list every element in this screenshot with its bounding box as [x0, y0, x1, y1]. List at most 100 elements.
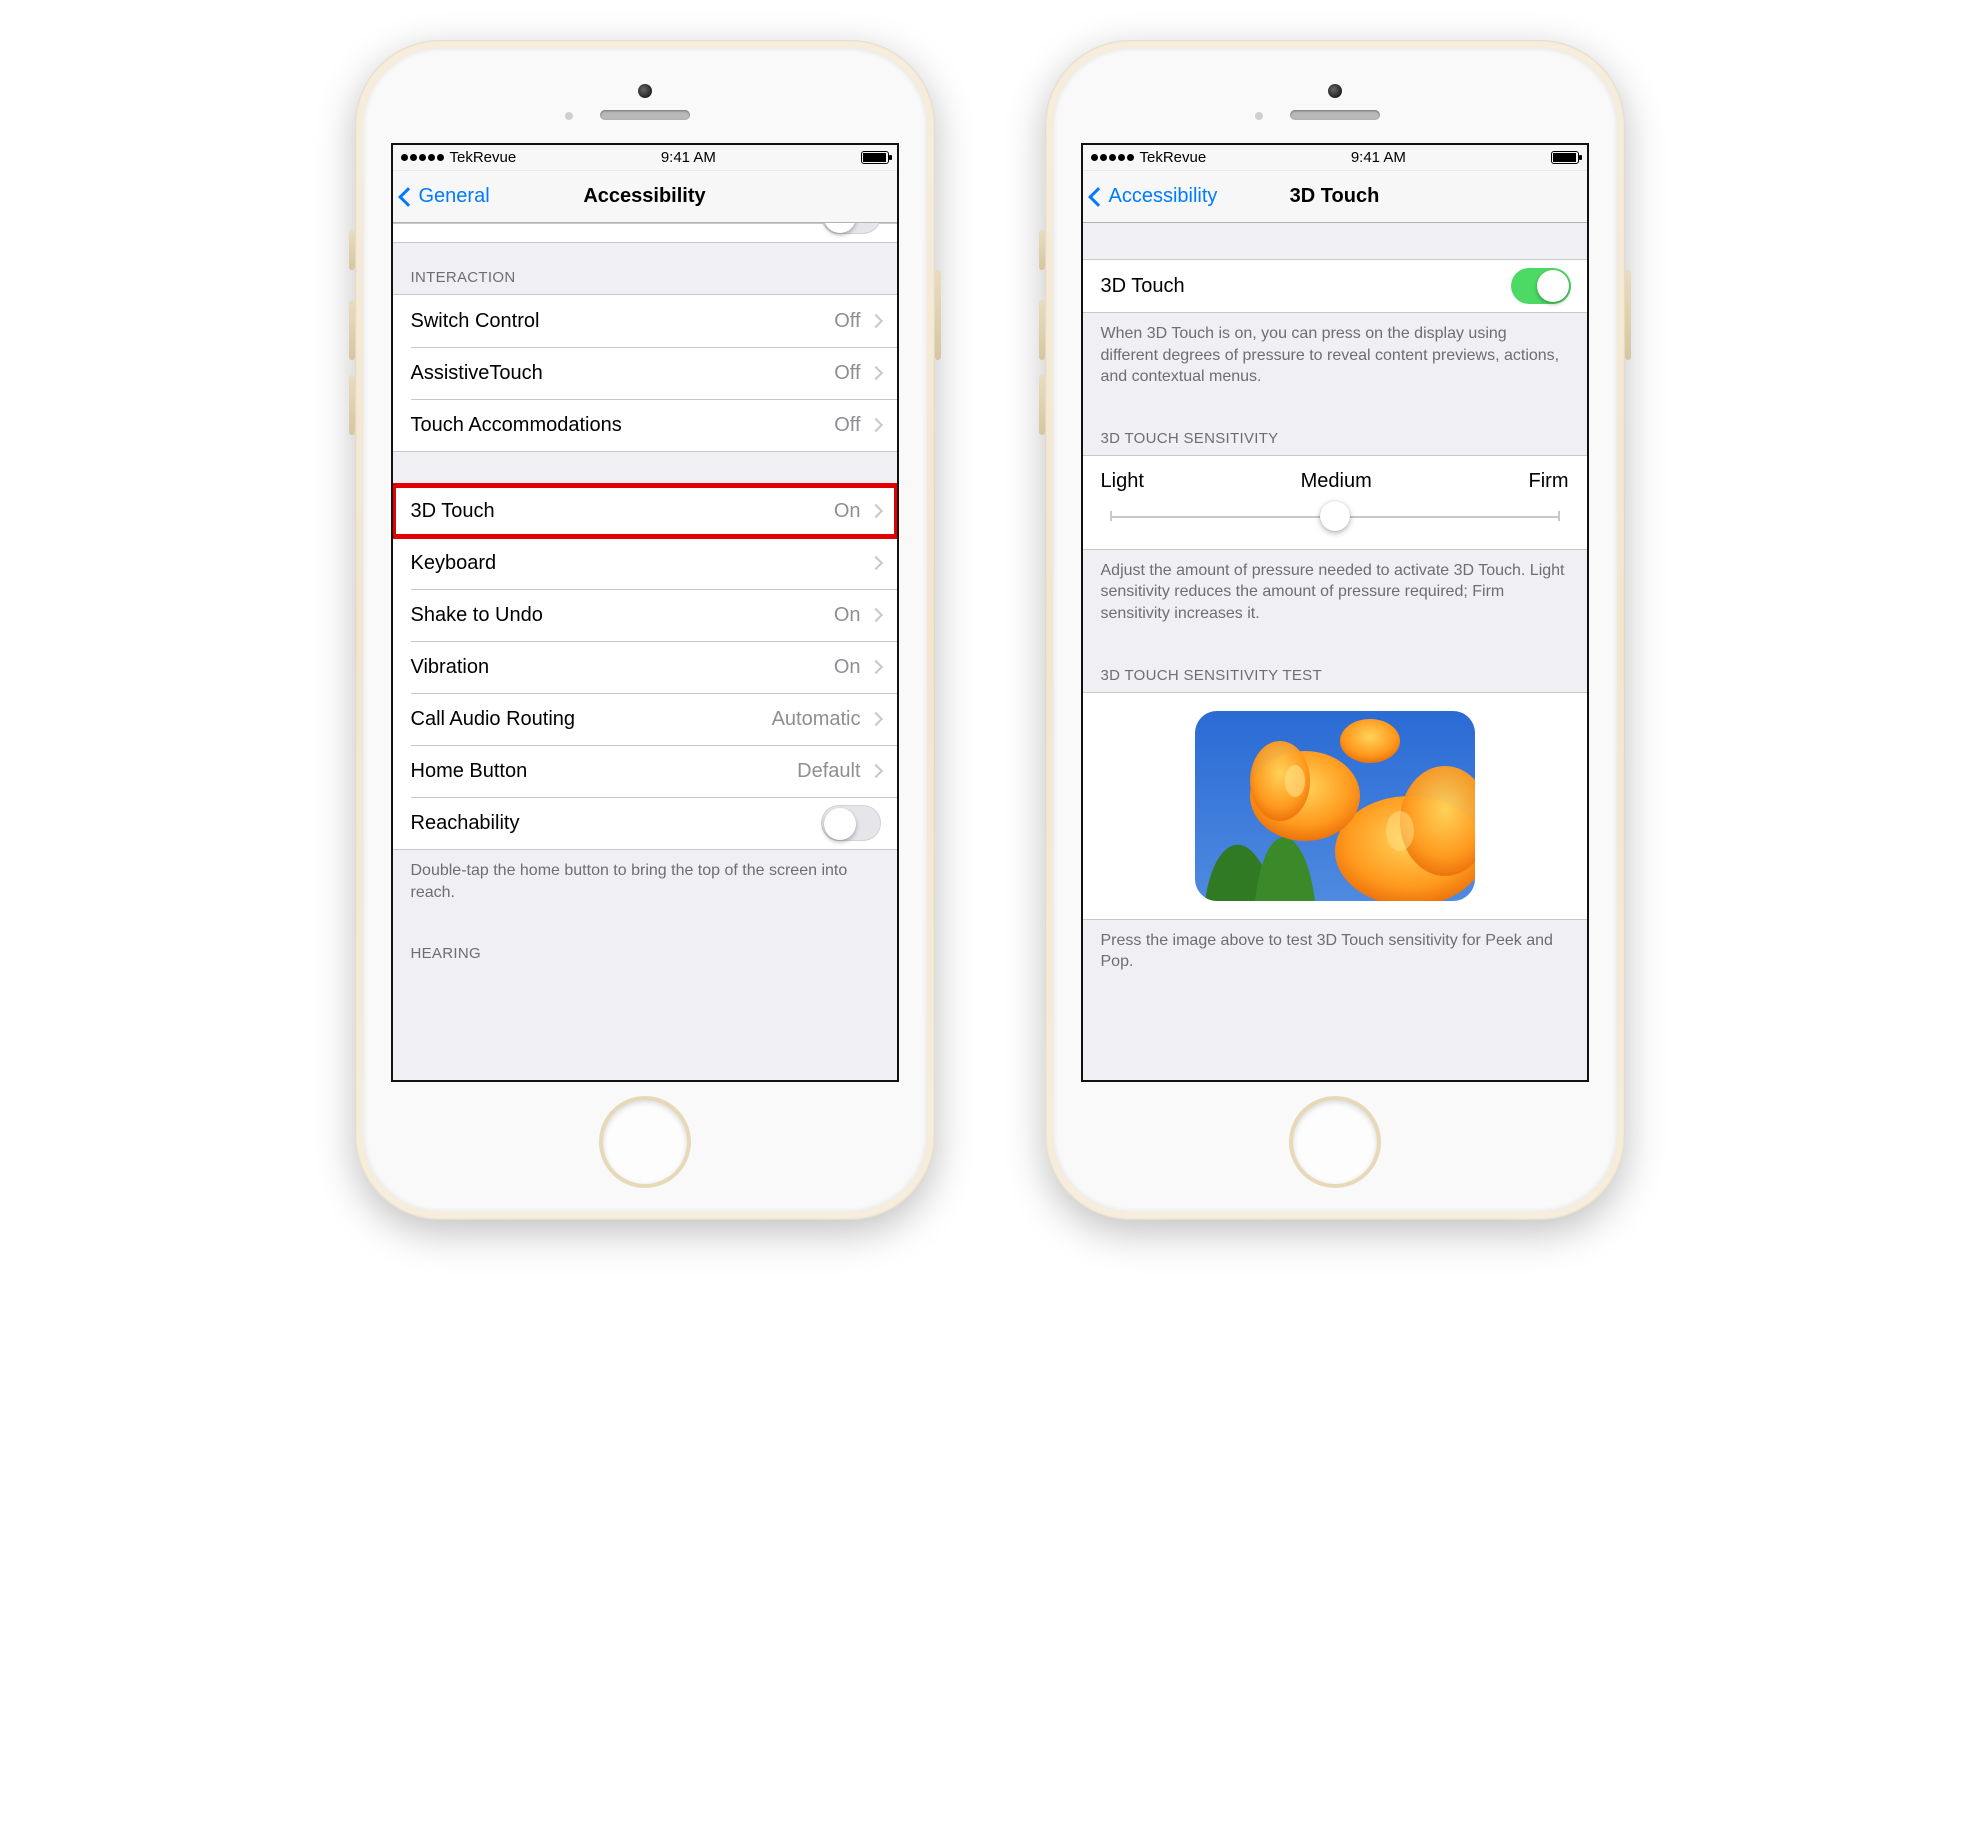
desc-sensitivity: Adjust the amount of pressure needed to … [1083, 550, 1587, 641]
chevron-left-icon [1088, 187, 1108, 207]
cell-label: Call Audio Routing [411, 708, 772, 731]
cell-label: Reachability [411, 812, 821, 835]
sensitivity-slider[interactable] [1111, 503, 1559, 529]
desc-test: Press the image above to test 3D Touch s… [1083, 920, 1587, 989]
carrier-label: TekRevue [450, 149, 517, 166]
silence-switch [1039, 230, 1045, 270]
clock-label: 9:41 AM [1351, 149, 1406, 166]
volume-up-button [1039, 300, 1045, 360]
proximity-sensor-icon [1255, 112, 1263, 120]
chevron-left-icon [398, 187, 418, 207]
toggle-reachability[interactable] [821, 805, 881, 841]
chevron-right-icon [868, 712, 882, 726]
earpiece-speaker-icon [600, 110, 690, 120]
power-button [935, 270, 941, 360]
list-interaction-1: Switch Control Off AssistiveTouch Off To… [393, 294, 897, 452]
toggle-3d-touch[interactable] [1511, 268, 1571, 304]
screen-accessibility: TekRevue 9:41 AM General Accessibility [391, 143, 899, 1082]
clock-label: 9:41 AM [661, 149, 716, 166]
status-bar: TekRevue 9:41 AM [1083, 145, 1587, 171]
cell-label: Touch Accommodations [411, 414, 835, 437]
home-button-physical [603, 1100, 687, 1184]
nav-bar: Accessibility 3D Touch [1083, 171, 1587, 223]
silence-switch [349, 230, 355, 270]
front-camera-icon [638, 84, 652, 98]
list-interaction-2: 3D Touch On Keyboard Shake to Undo On [393, 484, 897, 850]
chevron-right-icon [868, 556, 882, 570]
sensitivity-test-image[interactable] [1195, 711, 1475, 901]
row-3d-touch-toggle[interactable]: 3D Touch [1083, 260, 1587, 312]
chevron-right-icon [868, 504, 882, 518]
cell-value: Off [834, 362, 860, 385]
carrier-label: TekRevue [1140, 149, 1207, 166]
cell-value: Automatic [772, 708, 861, 731]
volume-down-button [349, 375, 355, 435]
slider-labels: Light Medium Firm [1083, 456, 1587, 499]
row-keyboard[interactable]: Keyboard [393, 537, 897, 589]
cell-label: On/Off Labels [411, 223, 821, 228]
cell-label: 3D Touch [411, 500, 834, 523]
cell-value: On [834, 500, 861, 523]
section-sensitivity-test: 3D TOUCH SENSITIVITY TEST [1083, 641, 1587, 692]
slider-thumb-icon[interactable] [1320, 501, 1350, 531]
home-button-physical [1293, 1100, 1377, 1184]
flower-photo-icon [1195, 711, 1475, 901]
cell-label: Home Button [411, 760, 798, 783]
desc-3d-touch: When 3D Touch is on, you can press on th… [1083, 313, 1587, 404]
back-label: General [419, 185, 490, 208]
chevron-right-icon [868, 366, 882, 380]
row-vibration[interactable]: Vibration On [393, 641, 897, 693]
page-title: 3D Touch [1290, 185, 1380, 208]
page-title: Accessibility [583, 185, 705, 208]
row-on-off-labels[interactable]: On/Off Labels [393, 223, 897, 242]
toggle-on-off-labels[interactable] [821, 223, 881, 234]
cell-label: Switch Control [411, 310, 835, 333]
row-call-audio-routing[interactable]: Call Audio Routing Automatic [393, 693, 897, 745]
row-shake-to-undo[interactable]: Shake to Undo On [393, 589, 897, 641]
chevron-right-icon [868, 764, 882, 778]
section-hearing: HEARING [393, 919, 897, 970]
cell-label: 3D Touch [1101, 275, 1511, 298]
proximity-sensor-icon [565, 112, 573, 120]
slider-label-light: Light [1101, 470, 1144, 493]
row-switch-control[interactable]: Switch Control Off [393, 295, 897, 347]
front-camera-icon [1328, 84, 1342, 98]
cell-label: Vibration [411, 656, 834, 679]
back-label: Accessibility [1109, 185, 1218, 208]
volume-up-button [349, 300, 355, 360]
battery-icon [1551, 151, 1579, 164]
chevron-right-icon [868, 660, 882, 674]
row-assistivetouch[interactable]: AssistiveTouch Off [393, 347, 897, 399]
slider-label-medium: Medium [1301, 470, 1372, 493]
back-button[interactable]: General [401, 171, 490, 222]
footer-reachability: Double-tap the home button to bring the … [393, 850, 897, 919]
slider-label-firm: Firm [1529, 470, 1569, 493]
iphone-device-left: TekRevue 9:41 AM General Accessibility [355, 40, 935, 1220]
cell-value: Off [834, 310, 860, 333]
chevron-right-icon [868, 608, 882, 622]
cell-label: Shake to Undo [411, 604, 834, 627]
chevron-right-icon [868, 314, 882, 328]
cell-value: On [834, 656, 861, 679]
cell-label: AssistiveTouch [411, 362, 835, 385]
section-interaction: INTERACTION [393, 243, 897, 294]
cell-value: Off [834, 414, 860, 437]
earpiece-speaker-icon [1290, 110, 1380, 120]
screen-3d-touch: TekRevue 9:41 AM Accessibility 3D Touch [1081, 143, 1589, 1082]
cell-value: Default [797, 760, 860, 783]
battery-icon [861, 151, 889, 164]
iphone-device-right: TekRevue 9:41 AM Accessibility 3D Touch [1045, 40, 1625, 1220]
section-sensitivity: 3D TOUCH SENSITIVITY [1083, 404, 1587, 455]
back-button[interactable]: Accessibility [1091, 171, 1218, 222]
power-button [1625, 270, 1631, 360]
volume-down-button [1039, 375, 1045, 435]
cell-value: On [834, 604, 861, 627]
row-reachability[interactable]: Reachability [393, 797, 897, 849]
row-3d-touch[interactable]: 3D Touch On [393, 485, 897, 537]
nav-bar: General Accessibility [393, 171, 897, 223]
chevron-right-icon [868, 418, 882, 432]
row-home-button[interactable]: Home Button Default [393, 745, 897, 797]
row-touch-accommodations[interactable]: Touch Accommodations Off [393, 399, 897, 451]
status-bar: TekRevue 9:41 AM [393, 145, 897, 171]
signal-strength-icon [401, 154, 444, 161]
